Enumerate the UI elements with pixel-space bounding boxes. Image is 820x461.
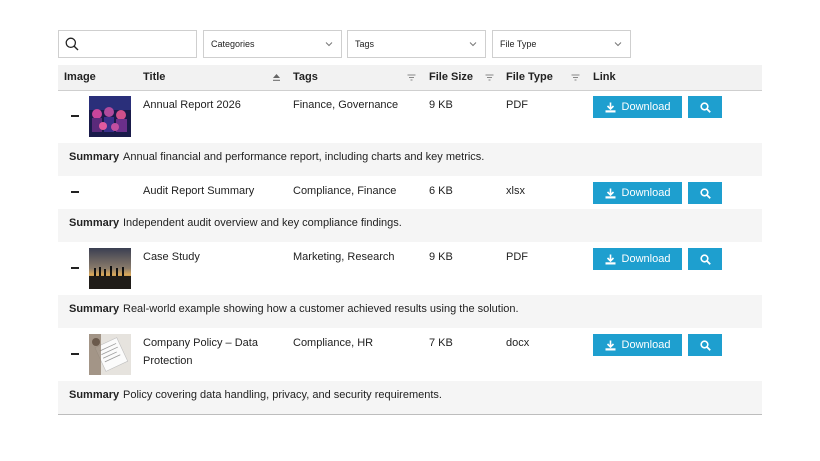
filter-icon[interactable] xyxy=(485,73,494,82)
row-file-size: 9 KB xyxy=(429,251,453,263)
preview-search-button[interactable] xyxy=(688,182,722,204)
preview-search-button[interactable] xyxy=(688,334,722,356)
search-icon xyxy=(699,339,711,351)
summary-text: Real-world example showing how a custome… xyxy=(123,303,519,315)
row-title-line-2: Protection xyxy=(143,355,193,367)
collapse-toggle[interactable] xyxy=(71,353,79,355)
download-icon xyxy=(605,188,616,198)
row-file-type: PDF xyxy=(506,251,528,263)
download-label: Download xyxy=(621,253,671,265)
search-icon xyxy=(65,37,79,51)
summary-label: Summary xyxy=(69,217,120,229)
file-type-select-label: File Type xyxy=(500,39,537,49)
table-header: Image Title Tags File Size File Type Lin… xyxy=(58,65,762,91)
summary-label: Summary xyxy=(69,303,120,315)
document-thumbnail xyxy=(89,96,131,137)
document-thumbnail xyxy=(89,248,131,289)
download-button[interactable]: Download xyxy=(593,96,682,118)
summary-text: Annual financial and performance report,… xyxy=(123,151,485,163)
search-box[interactable] xyxy=(58,30,197,58)
table-bottom-divider xyxy=(58,414,762,415)
categories-select[interactable]: Categories xyxy=(203,30,342,58)
search-icon xyxy=(699,187,711,199)
row-file-type: xlsx xyxy=(506,185,525,197)
row-summary: Summary Annual financial and performance… xyxy=(58,143,762,176)
row-file-size: 9 KB xyxy=(429,99,453,111)
row-title[interactable]: Annual Report 2026 xyxy=(143,96,241,114)
row-tags: Marketing, Research xyxy=(293,251,395,263)
download-label: Download xyxy=(621,339,671,351)
row-file-size: 7 KB xyxy=(429,337,453,349)
row-file-size: 6 KB xyxy=(429,185,453,197)
tags-select[interactable]: Tags xyxy=(347,30,486,58)
header-file-type[interactable]: File Type xyxy=(506,71,553,83)
collapse-toggle[interactable] xyxy=(71,115,79,117)
row-title[interactable]: Case Study xyxy=(143,248,200,266)
search-icon xyxy=(699,101,711,113)
tags-select-label: Tags xyxy=(355,39,375,49)
document-thumbnail xyxy=(89,334,131,375)
download-icon xyxy=(605,340,616,350)
categories-select-label: Categories xyxy=(211,39,255,49)
download-label: Download xyxy=(621,101,671,113)
download-button[interactable]: Download xyxy=(593,182,682,204)
row-summary: Summary Real-world example showing how a… xyxy=(58,295,762,328)
row-title[interactable]: Company Policy – Data Protection xyxy=(143,334,258,370)
summary-label: Summary xyxy=(69,151,120,163)
row-tags: Finance, Governance xyxy=(293,99,399,111)
header-file-size[interactable]: File Size xyxy=(429,71,473,83)
preview-search-button[interactable] xyxy=(688,248,722,270)
collapse-toggle[interactable] xyxy=(71,267,79,269)
header-link: Link xyxy=(593,71,616,83)
table-row: Audit Report Summary Compliance, Finance… xyxy=(58,176,762,209)
documents-table: Image Title Tags File Size File Type Lin… xyxy=(58,65,762,415)
sort-ascending-icon[interactable] xyxy=(272,73,281,82)
row-summary: Summary Independent audit overview and k… xyxy=(58,209,762,242)
chevron-down-icon xyxy=(325,42,333,47)
download-icon xyxy=(605,102,616,112)
collapse-toggle[interactable] xyxy=(71,191,79,193)
table-row: Case Study Marketing, Research 9 KB PDF … xyxy=(58,242,762,295)
download-button[interactable]: Download xyxy=(593,334,682,356)
row-title[interactable]: Audit Report Summary xyxy=(143,182,254,200)
search-icon xyxy=(699,253,711,265)
row-file-type: docx xyxy=(506,337,530,349)
row-tags: Compliance, HR xyxy=(293,337,374,349)
header-title[interactable]: Title xyxy=(143,71,165,83)
header-tags[interactable]: Tags xyxy=(293,71,318,83)
table-row: Annual Report 2026 Finance, Governance 9… xyxy=(58,91,762,143)
summary-text: Independent audit overview and key compl… xyxy=(123,217,402,229)
file-type-select[interactable]: File Type xyxy=(492,30,631,58)
row-summary: Summary Policy covering data handling, p… xyxy=(58,381,762,414)
download-button[interactable]: Download xyxy=(593,248,682,270)
table-row: Company Policy – Data Protection Complia… xyxy=(58,328,762,381)
row-tags: Compliance, Finance xyxy=(293,185,397,197)
download-icon xyxy=(605,254,616,264)
filter-icon[interactable] xyxy=(407,73,416,82)
search-input[interactable] xyxy=(85,35,193,53)
row-title-line-1: Company Policy – Data xyxy=(143,337,258,349)
header-image: Image xyxy=(64,71,96,83)
preview-search-button[interactable] xyxy=(688,96,722,118)
chevron-down-icon xyxy=(469,42,477,47)
row-file-type: PDF xyxy=(506,99,528,111)
summary-label: Summary xyxy=(69,389,120,401)
download-label: Download xyxy=(621,187,671,199)
summary-text: Policy covering data handling, privacy, … xyxy=(123,389,442,401)
filter-icon[interactable] xyxy=(571,73,580,82)
chevron-down-icon xyxy=(614,42,622,47)
